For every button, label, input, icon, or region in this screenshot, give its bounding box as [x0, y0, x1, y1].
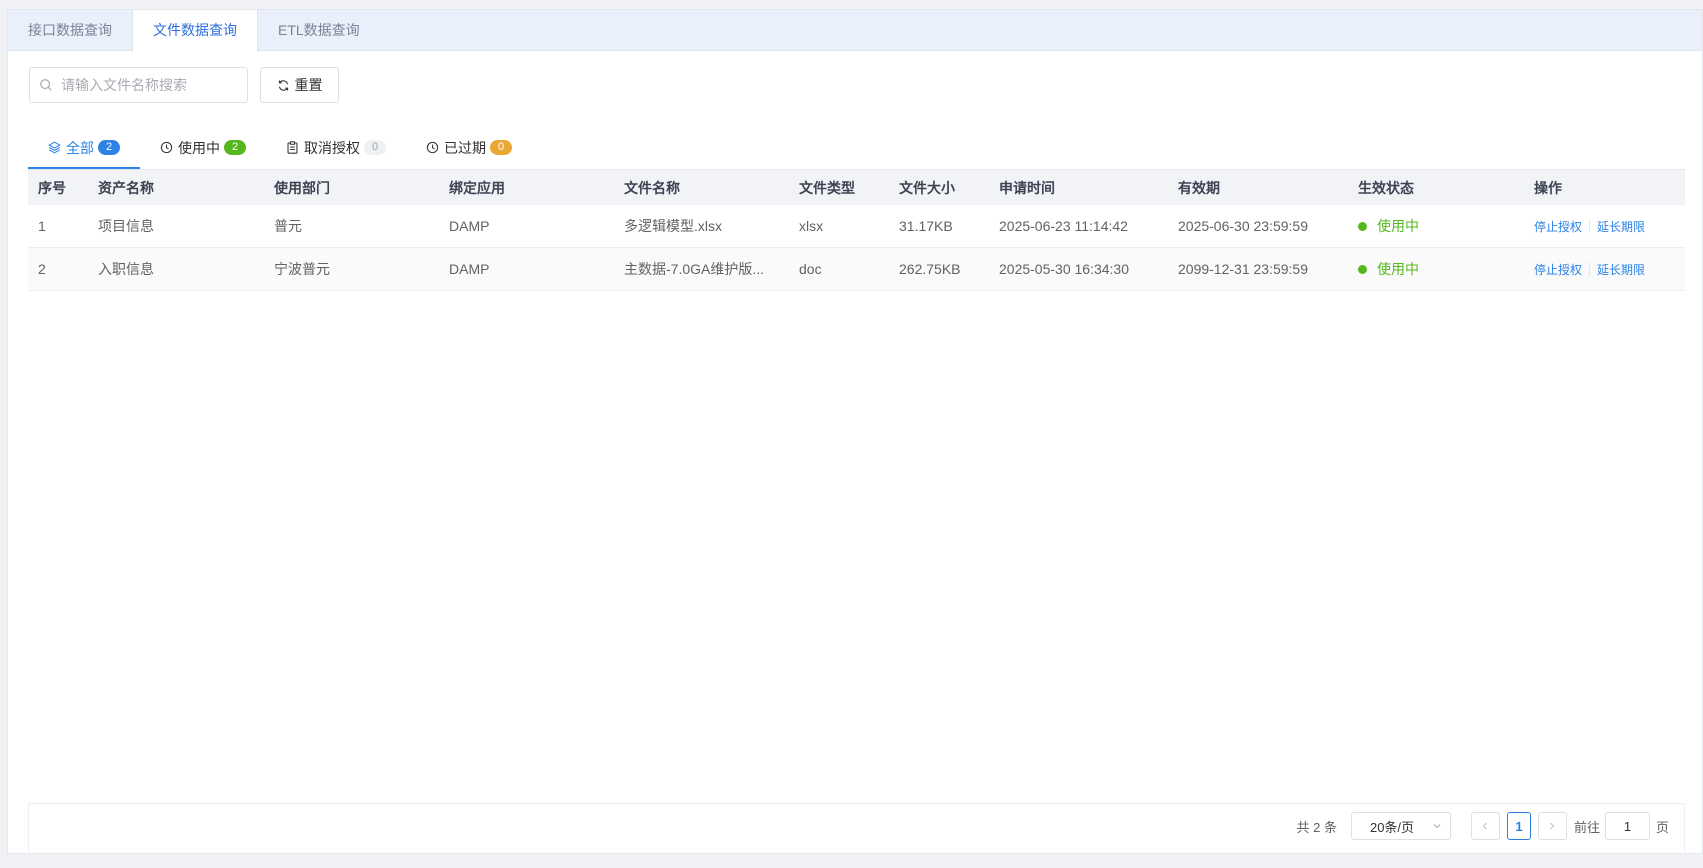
layers-icon	[48, 141, 61, 154]
cell-valid-until: 2099-12-31 23:59:59	[1178, 261, 1308, 277]
cell-status: 使用中	[1348, 216, 1524, 236]
extend-validity-link[interactable]: 延长期限	[1597, 218, 1645, 235]
count-badge: 2	[98, 140, 120, 155]
column-header: 申请时间	[999, 179, 1055, 196]
search-input[interactable]	[61, 77, 231, 93]
search-icon	[40, 79, 52, 91]
cell-file-type: doc	[799, 261, 822, 277]
column-header: 文件类型	[799, 179, 855, 196]
status-badge: 使用中	[1358, 216, 1524, 236]
status-tab-bar: 全部 2 使用中 2 取消授权 0 已过期 0	[28, 126, 532, 169]
cell-status: 使用中	[1348, 259, 1524, 279]
column-header: 使用部门	[274, 179, 330, 196]
tab-file-query[interactable]: 文件数据查询	[132, 10, 258, 52]
status-tab-label: 取消授权	[304, 139, 360, 156]
cell-apply-time: 2025-06-23 11:14:42	[999, 218, 1128, 234]
divider	[1589, 262, 1591, 276]
cell-asset-name: 项目信息	[98, 218, 154, 234]
search-box[interactable]	[29, 67, 248, 103]
column-header: 文件名称	[624, 179, 680, 196]
chevron-down-icon	[1433, 824, 1441, 829]
main-card: 接口数据查询 文件数据查询 ETL数据查询 重置 全部 2 使用中 2 取消授权…	[7, 9, 1703, 855]
cell-asset-name: 入职信息	[98, 261, 154, 277]
column-header: 文件大小	[899, 179, 955, 196]
chevron-right-icon	[1550, 822, 1555, 830]
status-tab-label: 已过期	[444, 139, 486, 156]
status-tab-all[interactable]: 全部 2	[28, 126, 140, 169]
pagination: 共 2 条 20条/页 1 前往 页	[1296, 812, 1669, 840]
status-tab-label: 使用中	[178, 139, 220, 156]
clipboard-icon	[287, 141, 298, 154]
cell-file-name: 多逻辑模型.xlsx	[624, 218, 722, 234]
stop-authorization-link[interactable]: 停止授权	[1534, 218, 1582, 235]
data-table: 序号 资产名称 使用部门 绑定应用 文件名称 文件类型 文件大小 申请时间 有效…	[28, 169, 1685, 291]
cell-department: 普元	[274, 218, 302, 234]
page-suffix: 页	[1655, 819, 1669, 835]
status-dot-icon	[1358, 221, 1367, 231]
column-header: 资产名称	[98, 179, 154, 196]
goto-label: 前往	[1573, 819, 1600, 835]
status-tab-label: 全部	[66, 139, 94, 156]
column-header: 生效状态	[1358, 179, 1414, 196]
status-tab-revoked[interactable]: 取消授权 0	[266, 126, 406, 169]
prev-page-button[interactable]	[1470, 812, 1500, 840]
clock-icon	[160, 141, 173, 154]
table-row: 1 项目信息 普元 DAMP 多逻辑模型.xlsx xlsx 31.17KB 2…	[28, 205, 1685, 248]
chevron-left-icon	[1483, 822, 1488, 830]
page-number-button[interactable]: 1	[1506, 812, 1531, 840]
cell-actions: 停止授权 延长期限	[1524, 218, 1685, 235]
cell-file-name: 主数据-7.0GA维护版...	[624, 261, 765, 277]
status-badge: 使用中	[1358, 259, 1524, 279]
pagination-bar: 共 2 条 20条/页 1 前往 页	[28, 803, 1685, 855]
cell-index: 2	[38, 261, 46, 277]
cell-file-size: 31.17KB	[899, 218, 953, 234]
status-label: 使用中	[1377, 261, 1419, 277]
top-tab-bar: 接口数据查询 文件数据查询 ETL数据查询	[8, 10, 1702, 52]
cell-valid-until: 2025-06-30 23:59:59	[1178, 218, 1308, 234]
cell-app: DAMP	[449, 261, 490, 277]
column-header: 操作	[1534, 179, 1562, 196]
cell-department: 宁波普元	[274, 261, 330, 277]
extend-validity-link[interactable]: 延长期限	[1597, 261, 1645, 278]
reset-button[interactable]: 重置	[260, 67, 339, 103]
cell-actions: 停止授权 延长期限	[1524, 261, 1685, 278]
divider	[1589, 219, 1591, 233]
stop-authorization-link[interactable]: 停止授权	[1534, 261, 1582, 278]
table-header: 序号 资产名称 使用部门 绑定应用 文件名称 文件类型 文件大小 申请时间 有效…	[28, 169, 1685, 205]
refresh-icon	[278, 79, 288, 91]
count-badge: 0	[364, 140, 386, 155]
row-actions: 停止授权 延长期限	[1534, 261, 1685, 278]
tab-etl-query[interactable]: ETL数据查询	[258, 10, 380, 51]
cell-app: DAMP	[449, 218, 490, 234]
clock-icon	[426, 141, 439, 154]
column-header: 绑定应用	[449, 179, 505, 196]
column-header: 有效期	[1178, 179, 1220, 196]
next-page-button[interactable]	[1537, 812, 1567, 840]
column-header: 序号	[38, 179, 66, 196]
count-badge: 0	[490, 140, 512, 155]
reset-button-label: 重置	[294, 77, 323, 93]
status-tab-expired[interactable]: 已过期 0	[406, 126, 532, 169]
status-dot-icon	[1358, 264, 1367, 274]
goto-page-input[interactable]	[1604, 812, 1650, 840]
table-row: 2 入职信息 宁波普元 DAMP 主数据-7.0GA维护版... doc 262…	[28, 248, 1685, 291]
cell-apply-time: 2025-05-30 16:34:30	[999, 261, 1129, 277]
cell-file-size: 262.75KB	[899, 261, 961, 277]
status-tab-in-use[interactable]: 使用中 2	[140, 126, 266, 169]
page-size-value: 20条/页	[1369, 819, 1415, 835]
tab-interface-query[interactable]: 接口数据查询	[8, 10, 132, 51]
row-actions: 停止授权 延长期限	[1534, 218, 1685, 235]
cell-index: 1	[38, 218, 46, 234]
page-size-select[interactable]: 20条/页	[1350, 812, 1451, 840]
count-badge: 2	[224, 140, 246, 155]
status-label: 使用中	[1377, 218, 1419, 234]
cell-file-type: xlsx	[799, 218, 824, 234]
total-count: 共 2 条	[1296, 819, 1337, 835]
